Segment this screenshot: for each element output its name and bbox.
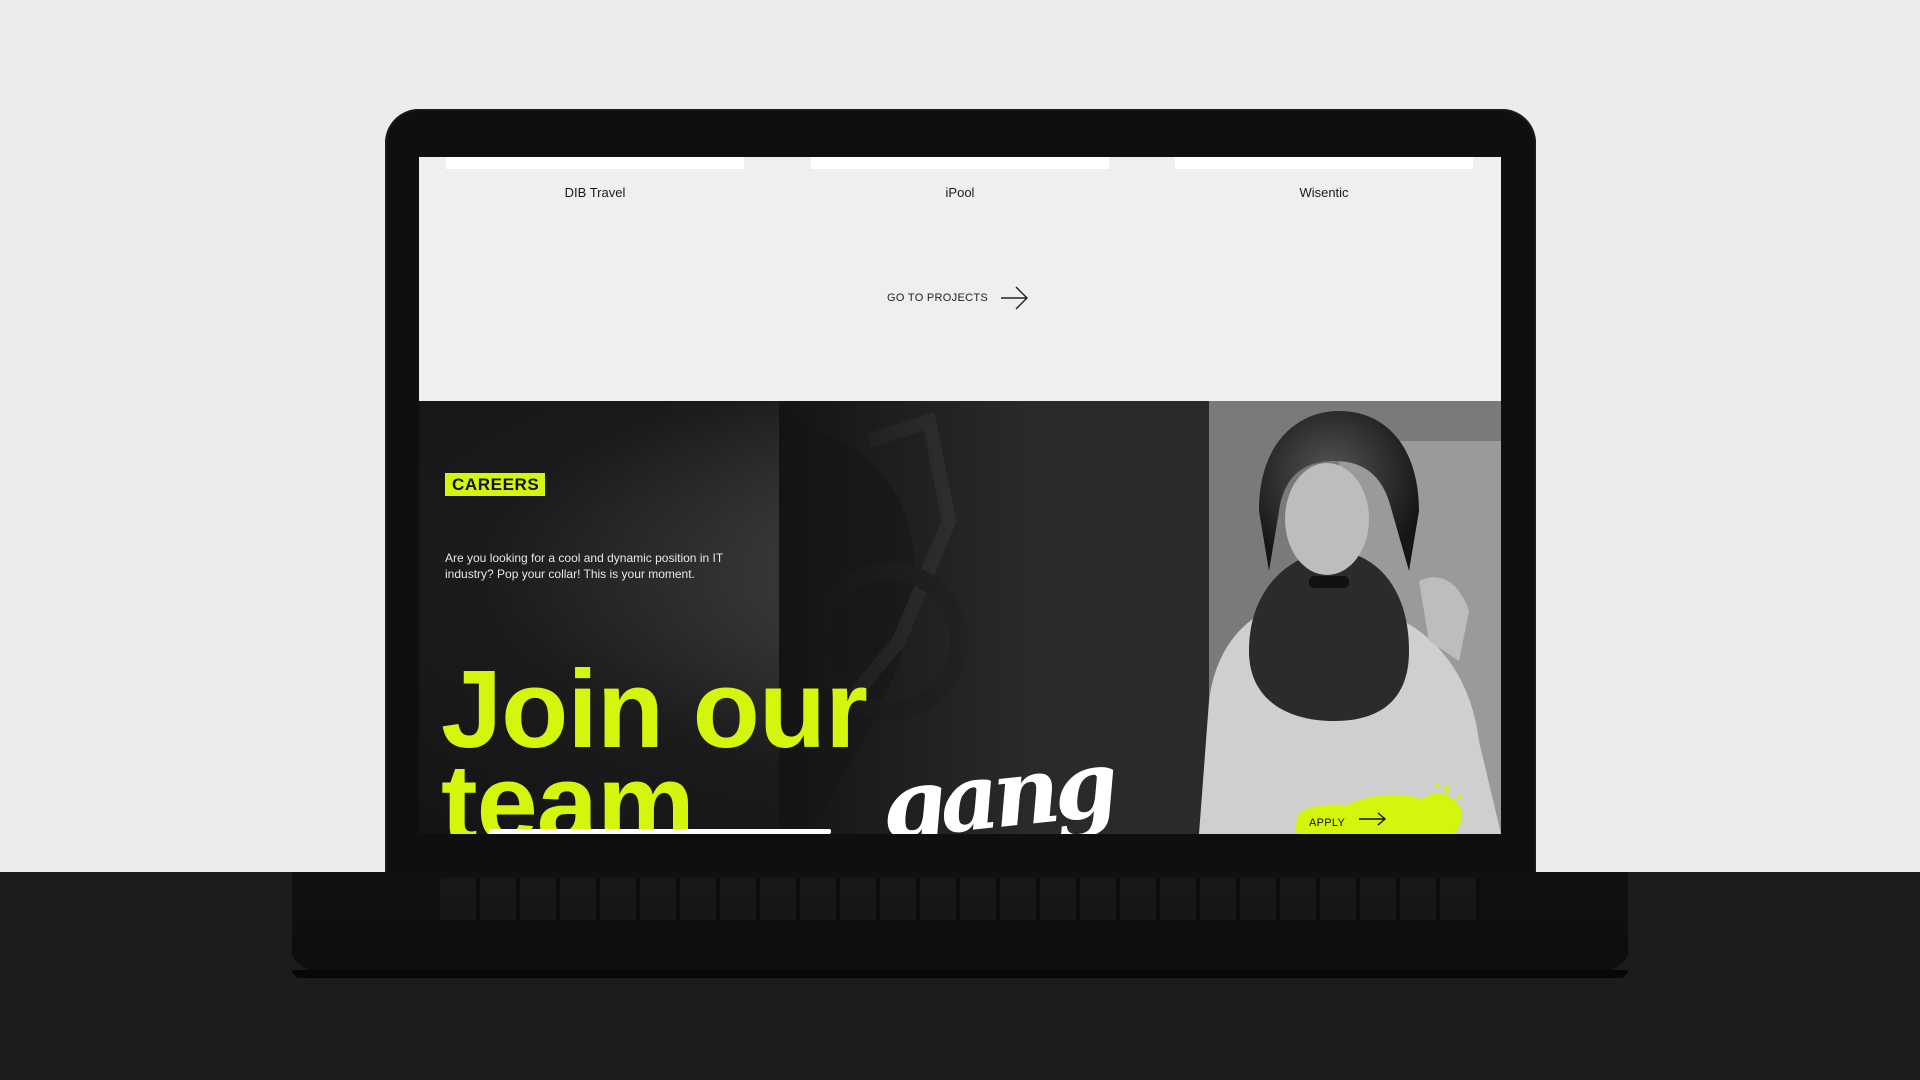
- careers-description: Are you looking for a cool and dynamic p…: [445, 551, 723, 581]
- headline-underline: [489, 829, 831, 834]
- project-name[interactable]: iPool: [811, 185, 1109, 200]
- project-thumbnail[interactable]: [446, 157, 744, 169]
- apply-label: APPLY: [1309, 817, 1346, 829]
- go-to-projects-label: GO TO PROJECTS: [887, 292, 988, 304]
- careers-headline: Join our team: [441, 655, 868, 835]
- laptop-screen: DIB Travel iPool Wisentic GO TO PROJECTS: [419, 157, 1501, 834]
- project-name[interactable]: Wisentic: [1175, 185, 1473, 200]
- project-thumbnail[interactable]: [1175, 157, 1473, 169]
- laptop-keyboard: [440, 878, 1480, 920]
- projects-section: DIB Travel iPool Wisentic GO TO PROJECTS: [419, 157, 1501, 401]
- careers-tag: CAREERS: [445, 473, 546, 496]
- laptop-base-edge: [292, 970, 1628, 978]
- apply-button[interactable]: APPLY: [1287, 781, 1467, 834]
- project-thumbnail[interactable]: [811, 157, 1109, 169]
- go-to-projects-link[interactable]: GO TO PROJECTS: [887, 285, 1030, 311]
- careers-section: CAREERS Are you looking for a cool and d…: [419, 401, 1501, 834]
- project-name[interactable]: DIB Travel: [446, 185, 744, 200]
- arrow-right-icon: [1000, 285, 1030, 311]
